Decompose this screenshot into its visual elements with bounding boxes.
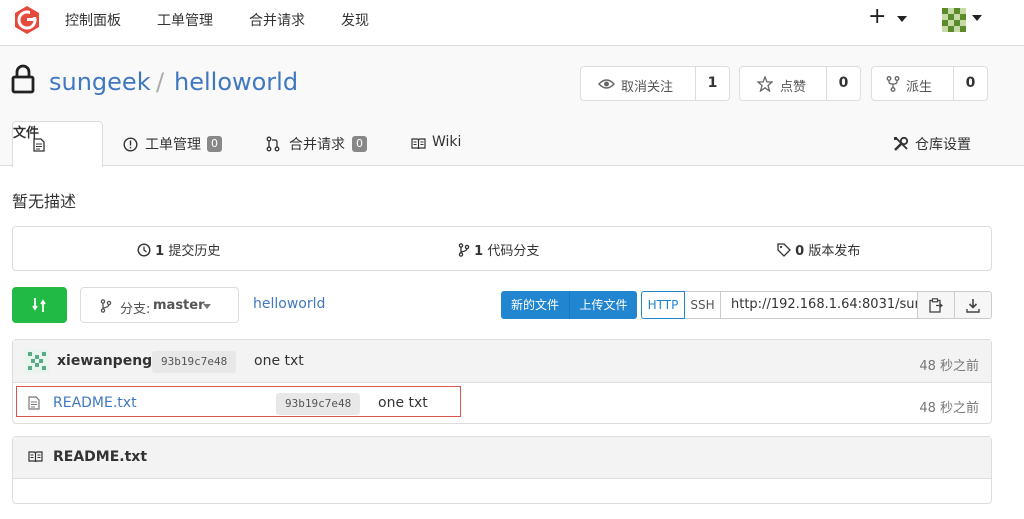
download-icon (966, 298, 980, 313)
compare-button[interactable] (12, 287, 67, 323)
gogs-logo[interactable] (12, 5, 42, 35)
ssh-clone-button[interactable]: SSH (685, 291, 721, 319)
releases-link[interactable]: 0 版本发布 (777, 240, 860, 259)
http-clone-button[interactable]: HTTP (641, 291, 685, 319)
star-icon (757, 76, 773, 92)
user-menu[interactable] (940, 8, 986, 34)
copy-url-button[interactable] (918, 291, 955, 319)
clipboard-icon (929, 298, 943, 313)
file-commit-time: 48 秒之前 (919, 401, 979, 416)
nav-dashboard[interactable]: 控制面板 (65, 10, 121, 30)
star-count[interactable]: 0 (826, 67, 860, 100)
tab-wiki-label: Wiki (432, 134, 462, 150)
nav-issues[interactable]: 工单管理 (157, 10, 213, 30)
branch-dropdown[interactable]: 分支: master (80, 287, 239, 323)
tab-issues-label: 工单管理 (145, 137, 201, 153)
tab-issues[interactable]: 工单管理 0 (122, 121, 232, 166)
issue-opened-icon (123, 137, 138, 152)
chevron-down-icon (897, 16, 907, 22)
clone-url-input[interactable]: http://192.168.1.64:8031/sur (721, 291, 918, 319)
highlight-box (16, 386, 461, 417)
releases-count: 0 (795, 244, 805, 259)
star-label: 点赞 (780, 80, 807, 95)
history-icon (137, 243, 151, 257)
commits-count: 1 (155, 244, 165, 259)
avatar (942, 8, 966, 32)
upload-file-button[interactable]: 上传文件 (569, 291, 637, 319)
chevron-down-icon (972, 15, 982, 21)
git-compare-icon (31, 297, 47, 313)
repo-name-link[interactable]: helloworld (174, 68, 298, 96)
create-new-menu[interactable]: + (868, 4, 912, 32)
book-icon (28, 451, 43, 463)
pulls-count-badge: 0 (352, 136, 367, 152)
branch-name: master (153, 298, 205, 313)
repo-owner-link[interactable]: sungeek (49, 68, 151, 96)
tab-settings-label: 仓库设置 (915, 137, 971, 153)
tag-icon (777, 243, 791, 257)
repo-path-separator: / (156, 68, 165, 96)
star-button[interactable]: 点赞 0 (739, 66, 861, 101)
plus-icon: + (868, 4, 887, 29)
tab-files[interactable]: 文件 (12, 121, 103, 167)
branches-count: 1 (474, 244, 484, 259)
git-branch-icon (100, 299, 112, 313)
tab-settings[interactable]: 仓库设置 (893, 121, 983, 166)
fork-count[interactable]: 0 (953, 67, 987, 100)
avatar[interactable] (25, 349, 49, 373)
file-text-icon (33, 138, 45, 152)
commit-message: one txt (254, 353, 304, 369)
clone-url-group: HTTP SSH http://192.168.1.64:8031/sur (641, 291, 992, 319)
tab-pulls-label: 合并请求 (289, 137, 345, 153)
releases-label: 版本发布 (808, 244, 861, 259)
breadcrumb-repo-root[interactable]: helloworld (253, 296, 325, 312)
commit-time: 48 秒之前 (919, 359, 979, 374)
eye-icon (598, 78, 615, 90)
commits-link[interactable]: 1 提交历史 (137, 240, 220, 259)
unwatch-button[interactable]: 取消关注 1 (580, 66, 730, 101)
commit-sha-link[interactable]: 93b19c7e48 (152, 351, 237, 373)
readme-header: README.txt (13, 437, 991, 479)
download-button[interactable] (955, 291, 992, 319)
issues-count-badge: 0 (207, 136, 222, 152)
repo-header: sungeek / helloworld 取消关注 1 点赞 0 派生 0 文件 (0, 46, 1024, 167)
readme-box: README.txt (12, 436, 992, 504)
nav-explore[interactable]: 发现 (341, 10, 369, 30)
commit-author[interactable]: xiewanpeng (57, 353, 152, 369)
unwatch-label: 取消关注 (621, 80, 674, 95)
git-branch-icon (458, 243, 470, 257)
fork-icon (886, 76, 900, 92)
fork-button[interactable]: 派生 0 (871, 66, 988, 101)
repo-description: 暂无描述 (12, 192, 77, 211)
branches-link[interactable]: 1 代码分支 (458, 240, 539, 259)
branches-label: 代码分支 (487, 244, 540, 259)
tab-wiki[interactable]: Wiki (411, 121, 481, 166)
fork-label: 派生 (906, 80, 933, 95)
repo-stats-bar: 1 提交历史 1 代码分支 0 版本发布 (12, 226, 992, 271)
book-icon (411, 138, 426, 150)
git-pull-request-icon (266, 136, 280, 152)
tab-pull-requests[interactable]: 合并请求 0 (266, 121, 376, 166)
top-navbar: 控制面板 工单管理 合并请求 发现 + (0, 0, 1024, 46)
nav-pulls[interactable]: 合并请求 (249, 10, 305, 30)
readme-title: README.txt (53, 449, 148, 465)
lock-icon (11, 64, 35, 94)
new-file-button[interactable]: 新的文件 (501, 291, 569, 319)
branch-prefix: 分支: (120, 302, 151, 317)
commits-label: 提交历史 (168, 244, 221, 259)
chevron-down-icon (203, 304, 211, 309)
watch-count[interactable]: 1 (695, 67, 729, 100)
latest-commit-row: xiewanpeng 93b19c7e48 one txt 48 秒之前 (13, 340, 991, 383)
tools-icon (893, 136, 909, 152)
